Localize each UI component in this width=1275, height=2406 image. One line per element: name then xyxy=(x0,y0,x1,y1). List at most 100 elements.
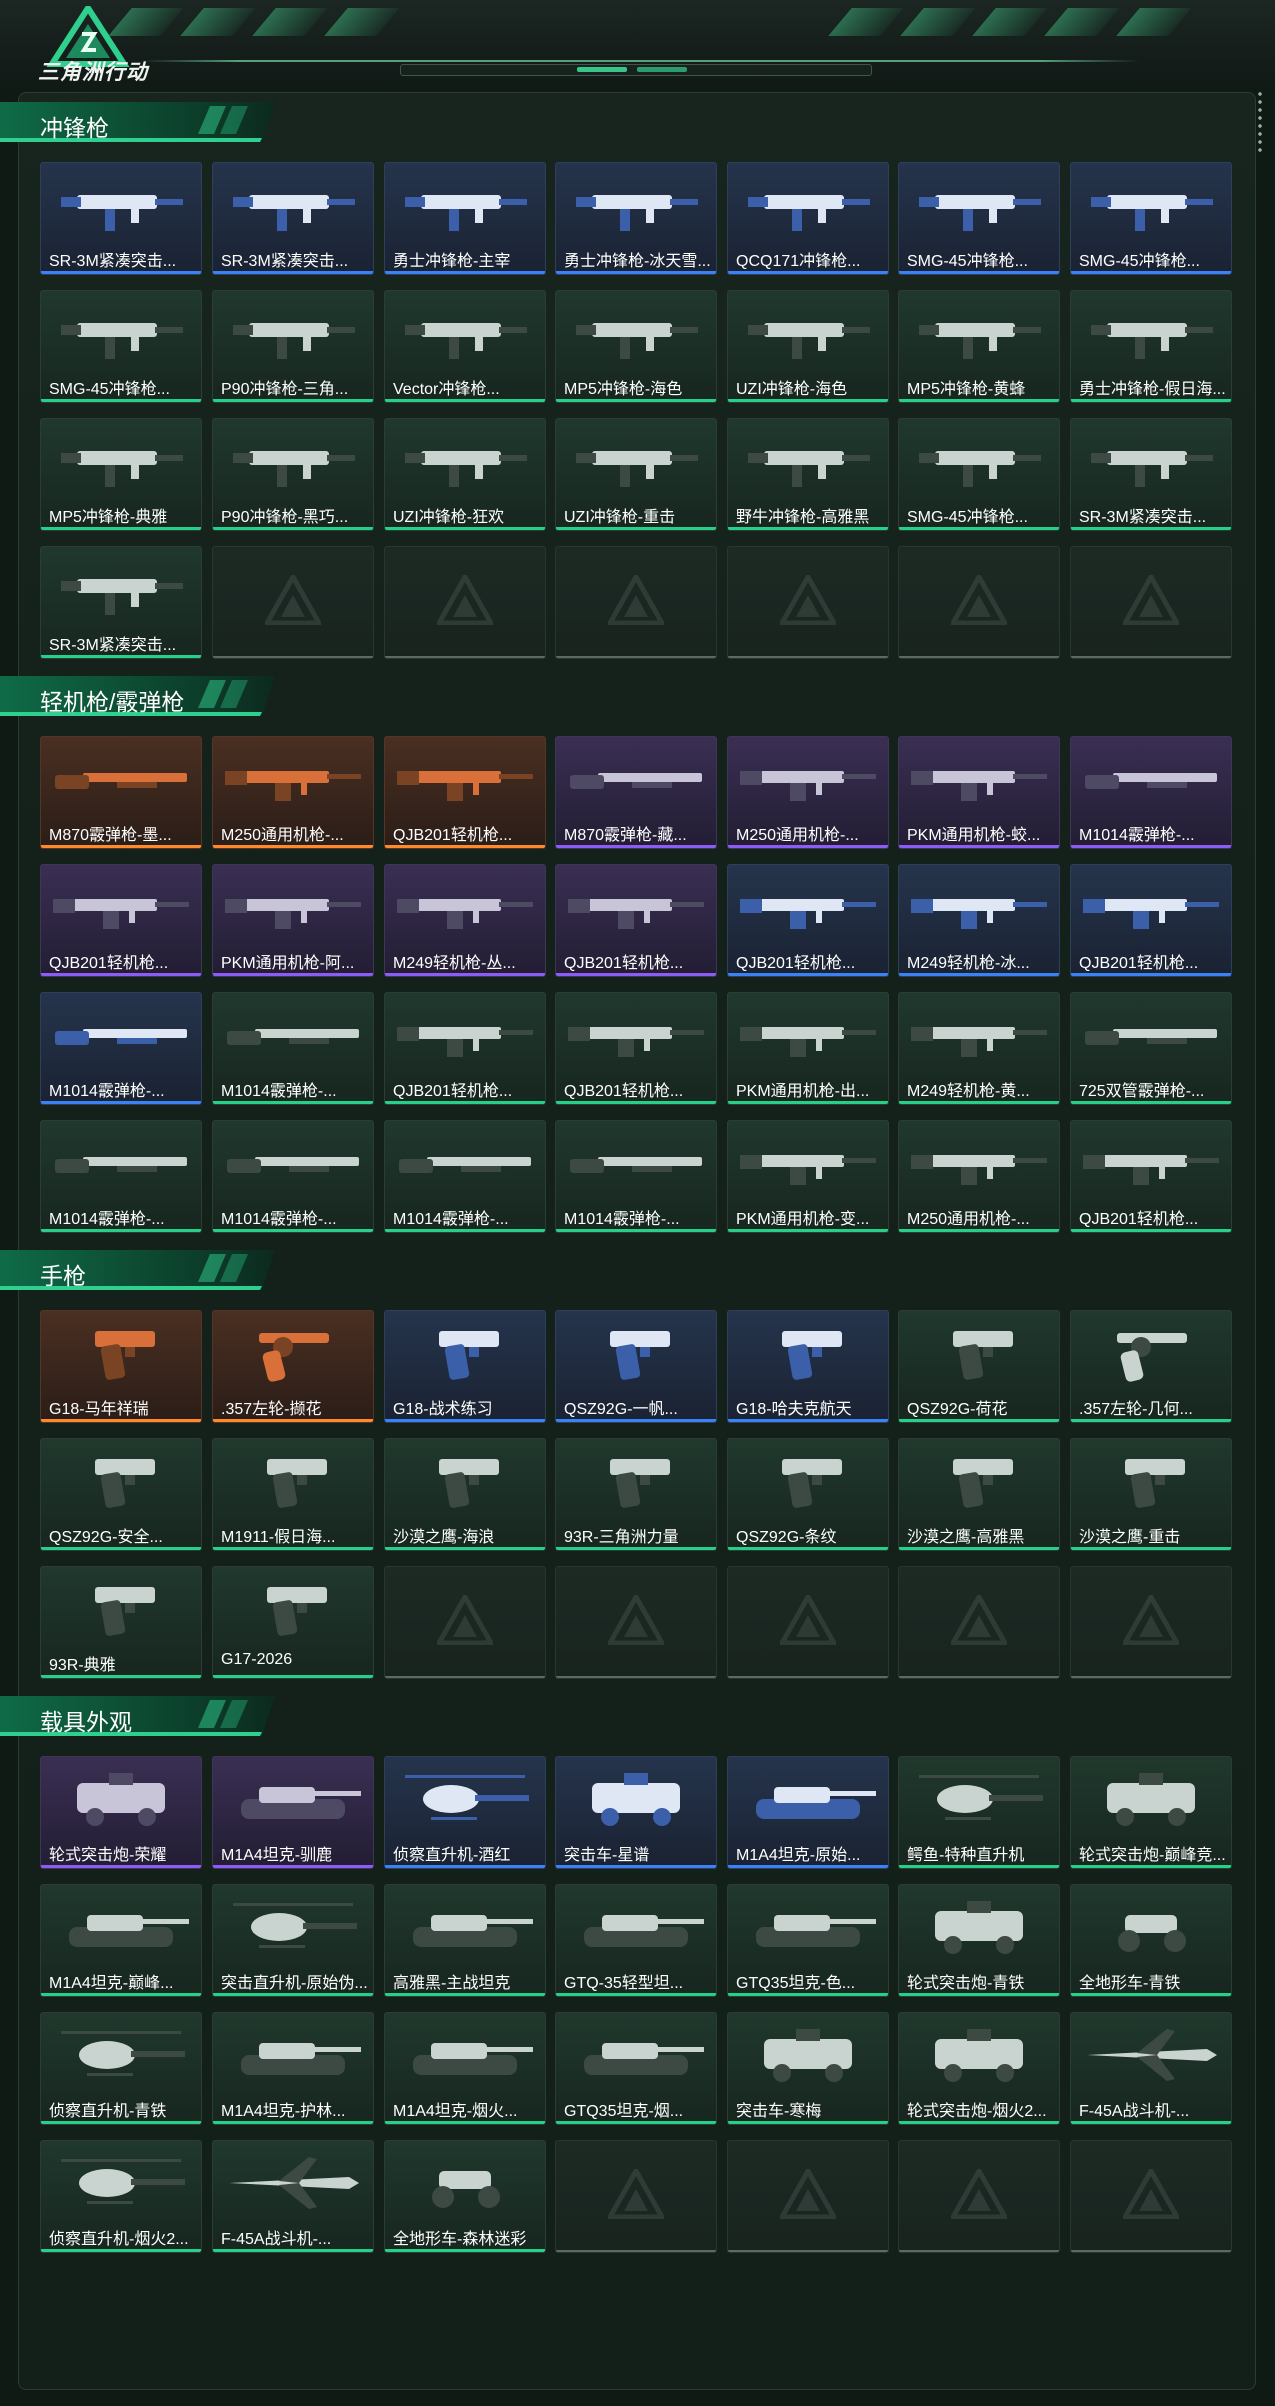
item-card[interactable]: SR-3M紧凑突击... xyxy=(40,546,202,659)
item-card[interactable]: SR-3M紧凑突击... xyxy=(40,162,202,275)
item-card[interactable]: 轮式突击炮-青铁 xyxy=(898,1884,1060,1997)
item-card[interactable]: M249轻机枪-黄... xyxy=(898,992,1060,1105)
item-card[interactable]: QJB201轻机枪... xyxy=(1070,1120,1232,1233)
item-card[interactable]: M1A4坦克-烟火... xyxy=(384,2012,546,2125)
slot-underline xyxy=(556,656,716,658)
item-card[interactable]: M870霰弹枪-墨... xyxy=(40,736,202,849)
item-card[interactable]: QJB201轻机枪... xyxy=(1070,864,1232,977)
item-card[interactable]: M250通用机枪-... xyxy=(898,1120,1060,1233)
rarity-bar xyxy=(41,1547,201,1550)
item-card[interactable]: SMG-45冲锋枪... xyxy=(40,290,202,403)
item-card[interactable]: UZI冲锋枪-狂欢 xyxy=(384,418,546,531)
item-card[interactable]: P90冲锋枪-黑巧... xyxy=(212,418,374,531)
item-card[interactable]: M249轻机枪-冰... xyxy=(898,864,1060,977)
item-card[interactable]: M1A4坦克-原始... xyxy=(727,1756,889,1869)
item-card[interactable]: M1014霰弹枪-... xyxy=(1070,736,1232,849)
item-card[interactable]: QSZ92G-荷花 xyxy=(898,1310,1060,1423)
item-card[interactable]: 勇士冲锋枪-主宰 xyxy=(384,162,546,275)
item-card[interactable]: QCQ171冲锋枪... xyxy=(727,162,889,275)
item-card[interactable]: 沙漠之鹰-重击 xyxy=(1070,1438,1232,1551)
section-title: 冲锋枪 xyxy=(40,115,109,141)
item-card[interactable]: M870霰弹枪-藏... xyxy=(555,736,717,849)
item-card[interactable]: QSZ92G-一帆... xyxy=(555,1310,717,1423)
item-card[interactable]: PKM通用机枪-阿... xyxy=(212,864,374,977)
item-card[interactable]: G18-哈夫克航天 xyxy=(727,1310,889,1423)
item-card[interactable]: G18-马年祥瑞 xyxy=(40,1310,202,1423)
item-card[interactable]: G17-2026 xyxy=(212,1566,374,1679)
item-card[interactable]: GTQ35坦克-烟... xyxy=(555,2012,717,2125)
item-card[interactable]: 沙漠之鹰-海浪 xyxy=(384,1438,546,1551)
item-card[interactable]: M1014霰弹枪-... xyxy=(555,1120,717,1233)
lmg-icon xyxy=(740,899,876,929)
item-card[interactable]: G18-战术练习 xyxy=(384,1310,546,1423)
item-card[interactable]: UZI冲锋枪-海色 xyxy=(727,290,889,403)
item-card[interactable]: 全地形车-青铁 xyxy=(1070,1884,1232,1997)
item-card[interactable]: QJB201轻机枪... xyxy=(727,864,889,977)
item-card[interactable]: 轮式突击炮-荣耀 xyxy=(40,1756,202,1869)
item-card[interactable]: 全地形车-森林迷彩 xyxy=(384,2140,546,2253)
item-card[interactable]: 突击车-寒梅 xyxy=(727,2012,889,2125)
item-card[interactable]: M1A4坦克-护林... xyxy=(212,2012,374,2125)
item-card[interactable]: MP5冲锋枪-海色 xyxy=(555,290,717,403)
item-card[interactable]: 93R-典雅 xyxy=(40,1566,202,1679)
item-card[interactable]: M1014霰弹枪-... xyxy=(40,992,202,1105)
item-card[interactable]: 93R-三角洲力量 xyxy=(555,1438,717,1551)
item-card[interactable]: SMG-45冲锋枪... xyxy=(1070,162,1232,275)
top-bar: 三角洲行动 xyxy=(0,0,1275,92)
item-card[interactable]: MP5冲锋枪-典雅 xyxy=(40,418,202,531)
scroll-handle-icon[interactable] xyxy=(1256,90,1264,152)
item-card[interactable]: M1A4坦克-驯鹿 xyxy=(212,1756,374,1869)
item-card[interactable]: M249轻机枪-丛... xyxy=(384,864,546,977)
item-card[interactable]: 侦察直升机-酒红 xyxy=(384,1756,546,1869)
item-card[interactable]: Vector冲锋枪... xyxy=(384,290,546,403)
item-card[interactable]: SR-3M紧凑突击... xyxy=(212,162,374,275)
item-card[interactable]: M250通用机枪-... xyxy=(212,736,374,849)
item-card[interactable]: 轮式突击炮-巅峰竞... xyxy=(1070,1756,1232,1869)
item-card[interactable]: GTQ35坦克-色... xyxy=(727,1884,889,1997)
item-card[interactable]: .357左轮-撷花 xyxy=(212,1310,374,1423)
item-card[interactable]: 鳄鱼-特种直升机 xyxy=(898,1756,1060,1869)
item-card[interactable]: 侦察直升机-青铁 xyxy=(40,2012,202,2125)
item-card[interactable]: UZI冲锋枪-重击 xyxy=(555,418,717,531)
item-card[interactable]: P90冲锋枪-三角... xyxy=(212,290,374,403)
item-card[interactable]: MP5冲锋枪-黄蜂 xyxy=(898,290,1060,403)
item-card[interactable]: SR-3M紧凑突击... xyxy=(1070,418,1232,531)
item-card[interactable]: 突击车-星谱 xyxy=(555,1756,717,1869)
item-card[interactable]: M1014霰弹枪-... xyxy=(212,1120,374,1233)
item-card[interactable]: F-45A战斗机-... xyxy=(212,2140,374,2253)
item-card[interactable]: M1A4坦克-巅峰... xyxy=(40,1884,202,1997)
item-card[interactable]: QSZ92G-安全... xyxy=(40,1438,202,1551)
item-card[interactable]: 勇士冲锋枪-假日海... xyxy=(1070,290,1232,403)
item-card[interactable]: M250通用机枪-... xyxy=(727,736,889,849)
item-card[interactable]: SMG-45冲锋枪... xyxy=(898,418,1060,531)
item-card[interactable]: QSZ92G-条纹 xyxy=(727,1438,889,1551)
rarity-bar xyxy=(1071,845,1231,848)
item-card[interactable]: PKM通用机枪-变... xyxy=(727,1120,889,1233)
item-card[interactable]: M1911-假日海... xyxy=(212,1438,374,1551)
item-card[interactable]: 突击直升机-原始伪... xyxy=(212,1884,374,1997)
item-card[interactable]: M1014霰弹枪-... xyxy=(212,992,374,1105)
item-card[interactable]: 野牛冲锋枪-高雅黑 xyxy=(727,418,889,531)
item-card[interactable]: QJB201轻机枪... xyxy=(40,864,202,977)
item-card[interactable]: F-45A战斗机-... xyxy=(1070,2012,1232,2125)
item-card[interactable]: 725双管霰弹枪-... xyxy=(1070,992,1232,1105)
item-card[interactable]: 轮式突击炮-烟火2... xyxy=(898,2012,1060,2125)
item-label: 沙漠之鹰-海浪 xyxy=(393,1529,495,1546)
item-card[interactable]: 沙漠之鹰-高雅黑 xyxy=(898,1438,1060,1551)
tank-icon xyxy=(413,1915,533,1947)
item-card[interactable]: QJB201轻机枪... xyxy=(555,864,717,977)
item-label: M1911-假日海... xyxy=(221,1529,336,1546)
item-card[interactable]: 高雅黑-主战坦克 xyxy=(384,1884,546,1997)
item-card[interactable]: M1014霰弹枪-... xyxy=(384,1120,546,1233)
item-card[interactable]: GTQ-35轻型坦... xyxy=(555,1884,717,1997)
item-card[interactable]: SMG-45冲锋枪... xyxy=(898,162,1060,275)
item-card[interactable]: PKM通用机枪-出... xyxy=(727,992,889,1105)
item-card[interactable]: 勇士冲锋枪-冰天雪... xyxy=(555,162,717,275)
item-card[interactable]: QJB201轻机枪... xyxy=(384,736,546,849)
item-card[interactable]: PKM通用机枪-蛟... xyxy=(898,736,1060,849)
item-card[interactable]: .357左轮-几何... xyxy=(1070,1310,1232,1423)
item-card[interactable]: QJB201轻机枪... xyxy=(555,992,717,1105)
item-card[interactable]: M1014霰弹枪-... xyxy=(40,1120,202,1233)
item-card[interactable]: 侦察直升机-烟火2... xyxy=(40,2140,202,2253)
item-card[interactable]: QJB201轻机枪... xyxy=(384,992,546,1105)
